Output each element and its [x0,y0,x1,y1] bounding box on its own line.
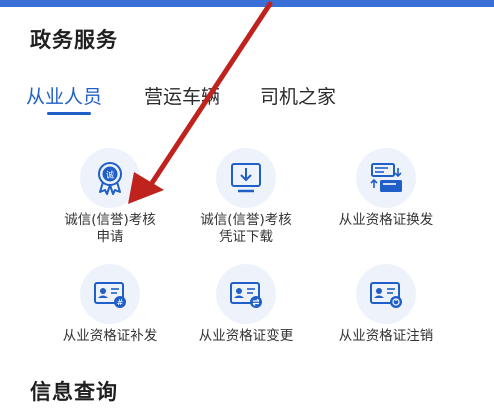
download-icon [216,148,276,208]
service-integrity-download[interactable]: 诚信(信誉)考核 凭证下载 [176,148,316,248]
service-cert-renew[interactable]: 从业资格证换发 [316,148,456,248]
service-label: 从业资格证补发 [62,328,158,344]
category-tabs: 从业人员 营运车辆 司机之家 [26,82,466,122]
section-title-info-query: 信息查询 [30,380,118,404]
integrity-badge-icon: 诚 [80,148,140,208]
active-tab-indicator [47,112,91,115]
service-cert-cancel[interactable]: 从业资格证注销 [316,264,456,354]
id-card-change-icon [216,264,276,324]
svg-text:#: # [117,298,124,307]
id-card-cancel-icon [356,264,416,324]
service-label: 从业资格证变更 [198,328,294,344]
section-title-gov-services: 政务服务 [30,28,118,52]
tab-vehicles[interactable]: 营运车辆 [144,82,220,109]
service-label: 从业资格证注销 [338,328,434,344]
id-card-reissue-icon: # [80,264,140,324]
top-bar [0,0,494,7]
svg-text:诚: 诚 [106,170,114,180]
service-label: 从业资格证换发 [338,212,434,228]
service-cert-reissue[interactable]: # 从业资格证补发 [40,264,180,354]
tab-drivers-home[interactable]: 司机之家 [260,82,336,109]
card-exchange-icon [356,148,416,208]
service-label: 诚信(信誉)考核 凭证下载 [200,212,292,245]
service-cert-change[interactable]: 从业资格证变更 [176,264,316,354]
service-label: 诚信(信誉)考核 申请 [64,212,156,245]
tab-practitioners[interactable]: 从业人员 [26,82,102,109]
service-integrity-apply[interactable]: 诚 诚信(信誉)考核 申请 [40,148,180,248]
